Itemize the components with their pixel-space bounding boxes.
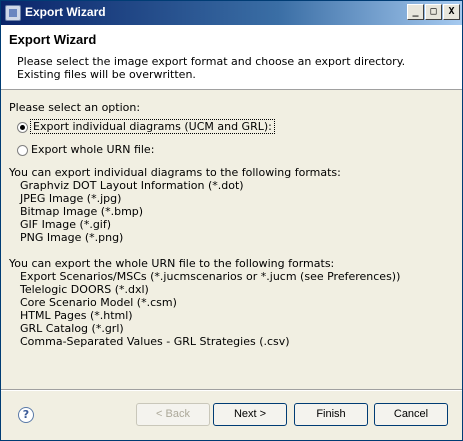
description-line: Please select the image export format an… bbox=[17, 55, 406, 68]
page-title: Export Wizard bbox=[9, 32, 97, 47]
minimize-button[interactable]: _ bbox=[407, 4, 424, 20]
help-icon[interactable]: ? bbox=[18, 407, 34, 423]
title-bar[interactable]: Export Wizard _ □ X bbox=[1, 1, 462, 25]
format-item: Comma-Separated Values - GRL Strategies … bbox=[20, 335, 290, 348]
option-prompt: Please select an option: bbox=[9, 101, 141, 114]
export-wizard-window: Export Wizard _ □ X Export Wizard Please… bbox=[0, 0, 463, 441]
format-item: Telelogic DOORS (*.dxl) bbox=[20, 283, 149, 296]
window-title: Export Wizard bbox=[25, 5, 106, 19]
next-button[interactable]: Next > bbox=[213, 403, 287, 426]
radio-export-whole[interactable]: Export whole URN file: bbox=[9, 143, 454, 159]
page-description: Please select the image export format an… bbox=[17, 55, 405, 81]
wizard-header: Export Wizard Please select the image ex… bbox=[1, 25, 462, 90]
radio-export-individual[interactable]: Export individual diagrams (UCM and GRL)… bbox=[9, 119, 454, 136]
radio-unchecked-icon[interactable] bbox=[17, 145, 28, 156]
app-icon bbox=[5, 5, 21, 21]
format-item: HTML Pages (*.html) bbox=[20, 309, 133, 322]
back-button[interactable]: < Back bbox=[136, 403, 210, 426]
description-line: Existing files will be overwritten. bbox=[17, 68, 196, 81]
format-item: GRL Catalog (*.grl) bbox=[20, 322, 124, 335]
wizard-content: Please select an option: Export individu… bbox=[9, 101, 454, 348]
radio-label[interactable]: Export individual diagrams (UCM and GRL)… bbox=[30, 119, 275, 134]
format-item: PNG Image (*.png) bbox=[20, 231, 124, 244]
radio-checked-icon[interactable] bbox=[17, 122, 28, 133]
format-item: Core Scenario Model (*.csm) bbox=[20, 296, 177, 309]
cancel-button[interactable]: Cancel bbox=[374, 403, 448, 426]
format-item: Export Scenarios/MSCs (*.jucmscenarios o… bbox=[20, 270, 401, 283]
urn-formats-intro: You can export the whole URN file to the… bbox=[9, 257, 335, 270]
maximize-button[interactable]: □ bbox=[425, 4, 442, 20]
finish-button[interactable]: Finish bbox=[294, 403, 368, 426]
format-item: JPEG Image (*.jpg) bbox=[20, 192, 122, 205]
close-button[interactable]: X bbox=[443, 4, 460, 20]
footer-separator bbox=[1, 389, 462, 391]
format-item: Graphviz DOT Layout Information (*.dot) bbox=[20, 179, 244, 192]
format-item: GIF Image (*.gif) bbox=[20, 218, 112, 231]
radio-label[interactable]: Export whole URN file: bbox=[31, 143, 154, 156]
format-item: Bitmap Image (*.bmp) bbox=[20, 205, 144, 218]
individual-formats-intro: You can export individual diagrams to th… bbox=[9, 166, 341, 179]
